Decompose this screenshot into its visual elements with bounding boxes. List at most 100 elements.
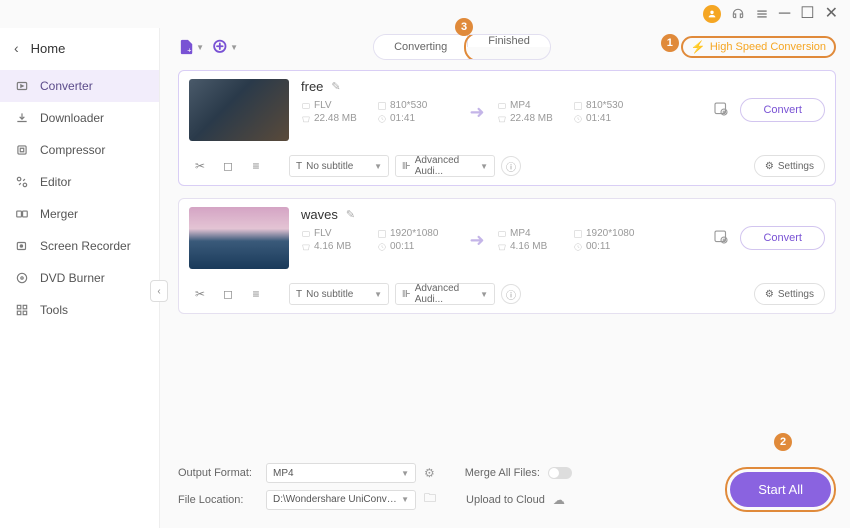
sidebar-item-label: Downloader	[40, 111, 104, 125]
src-size: 22.48 MB	[301, 113, 371, 124]
caret-down-icon: ▼	[196, 43, 204, 52]
video-thumbnail[interactable]	[189, 79, 289, 141]
sidebar-item-label: Converter	[40, 79, 93, 93]
output-format-select[interactable]: MP4▼	[266, 463, 416, 483]
dst-size: 4.16 MB	[497, 241, 567, 252]
home-label: Home	[31, 41, 66, 56]
gear-icon: ⚙	[765, 289, 774, 300]
sidebar-item-merger[interactable]: Merger	[0, 198, 159, 230]
dst-resolution: 810*530	[573, 100, 653, 111]
dst-resolution: 1920*1080	[573, 228, 653, 239]
merger-icon	[14, 206, 30, 222]
upload-cloud-label: Upload to Cloud	[466, 494, 545, 506]
merge-toggle[interactable]	[548, 467, 572, 479]
sidebar-item-editor[interactable]: Editor	[0, 166, 159, 198]
dst-format: MP4	[497, 100, 567, 111]
merge-label: Merge All Files:	[465, 467, 540, 479]
recorder-icon	[14, 238, 30, 254]
sidebar-item-converter[interactable]: Converter	[0, 70, 159, 102]
tab-finished[interactable]: Finished	[467, 35, 550, 47]
dst-size: 22.48 MB	[497, 113, 567, 124]
cloud-icon[interactable]: ☁	[553, 493, 565, 507]
item-settings-button[interactable]: ⚙Settings	[754, 155, 825, 177]
src-resolution: 1920*1080	[377, 228, 457, 239]
status-tabs: Converting Finished	[373, 34, 551, 60]
file-title: waves	[301, 207, 338, 222]
editor-icon	[14, 174, 30, 190]
add-file-button[interactable]: + ▼	[178, 34, 204, 60]
footer-bar: Output Format: MP4▼ ⚙ Merge All Files: F…	[178, 455, 836, 518]
text-icon: T	[296, 161, 302, 172]
effects-icon[interactable]: ≡	[245, 285, 267, 303]
subtitle-select[interactable]: TNo subtitle▼	[289, 283, 389, 305]
support-icon[interactable]	[731, 7, 745, 21]
add-folder-button[interactable]: ▼	[212, 34, 238, 60]
file-title: free	[301, 79, 323, 94]
sidebar-item-compressor[interactable]: Compressor	[0, 134, 159, 166]
convert-button[interactable]: Convert	[740, 226, 825, 250]
crop-icon[interactable]: ◻	[217, 157, 239, 175]
tools-icon	[14, 302, 30, 318]
download-icon	[14, 110, 30, 126]
home-button[interactable]: ‹ Home	[0, 32, 159, 64]
caret-down-icon: ▼	[230, 43, 238, 52]
info-icon[interactable]: ⓘ	[501, 284, 521, 304]
output-preset-icon[interactable]	[712, 100, 730, 121]
dst-duration: 00:11	[573, 241, 653, 252]
audio-select[interactable]: ⊪Advanced Audi...▼	[395, 155, 495, 177]
queue-item: waves ✎ FLV 1920*1080 ➜ MP4 1920*1080 4.…	[178, 198, 836, 314]
arrow-right-icon: ➜	[463, 102, 491, 123]
edit-title-icon[interactable]: ✎	[331, 80, 340, 93]
high-speed-toggle[interactable]: ⚡ High Speed Conversion	[681, 36, 836, 58]
callout-badge-3: 3	[455, 18, 473, 36]
edit-title-icon[interactable]: ✎	[346, 208, 355, 221]
maximize-button[interactable]: ☐	[800, 6, 814, 22]
open-folder-icon[interactable]: 🗀	[424, 489, 436, 510]
src-duration: 00:11	[377, 241, 457, 252]
start-all-highlight: Start All	[725, 467, 836, 512]
audio-select[interactable]: ⊪Advanced Audi...▼	[395, 283, 495, 305]
minimize-button[interactable]: ─	[779, 6, 790, 22]
callout-badge-1: 1	[661, 34, 679, 52]
format-settings-icon[interactable]: ⚙	[424, 466, 435, 480]
trim-icon[interactable]: ✂	[189, 285, 211, 303]
sidebar-item-label: Merger	[40, 207, 78, 221]
dst-duration: 01:41	[573, 113, 653, 124]
dst-format: MP4	[497, 228, 567, 239]
audio-icon: ⊪	[402, 161, 411, 172]
chevron-left-icon: ‹	[14, 40, 19, 56]
src-format: FLV	[301, 100, 371, 111]
tab-converting[interactable]: Converting	[374, 35, 467, 59]
output-preset-icon[interactable]	[712, 228, 730, 249]
item-settings-button[interactable]: ⚙Settings	[754, 283, 825, 305]
sidebar: ‹ Home Converter Downloader Compressor E…	[0, 28, 160, 528]
sidebar-item-label: Editor	[40, 175, 71, 189]
effects-icon[interactable]: ≡	[245, 157, 267, 175]
convert-button[interactable]: Convert	[740, 98, 825, 122]
sidebar-item-screen-recorder[interactable]: Screen Recorder	[0, 230, 159, 262]
trim-icon[interactable]: ✂	[189, 157, 211, 175]
crop-icon[interactable]: ◻	[217, 285, 239, 303]
start-all-button[interactable]: Start All	[730, 472, 831, 507]
sidebar-item-tools[interactable]: Tools	[0, 294, 159, 326]
output-format-label: Output Format:	[178, 467, 258, 479]
converter-icon	[14, 78, 30, 94]
conversion-queue: free ✎ FLV 810*530 ➜ MP4 810*530 22.48 M…	[178, 70, 836, 455]
video-thumbnail[interactable]	[189, 207, 289, 269]
info-icon[interactable]: ⓘ	[501, 156, 521, 176]
dvd-icon	[14, 270, 30, 286]
arrow-right-icon: ➜	[463, 230, 491, 251]
compressor-icon	[14, 142, 30, 158]
sidebar-collapse-handle[interactable]: ‹	[150, 280, 168, 302]
file-location-label: File Location:	[178, 494, 258, 506]
menu-icon[interactable]	[755, 7, 769, 21]
file-location-select[interactable]: D:\Wondershare UniConverter 1▼	[266, 490, 416, 510]
src-duration: 01:41	[377, 113, 457, 124]
user-avatar-icon[interactable]	[703, 5, 721, 23]
svg-text:+: +	[187, 47, 191, 55]
sidebar-item-dvd-burner[interactable]: DVD Burner	[0, 262, 159, 294]
subtitle-select[interactable]: TNo subtitle▼	[289, 155, 389, 177]
callout-badge-2: 2	[774, 433, 792, 451]
sidebar-item-downloader[interactable]: Downloader	[0, 102, 159, 134]
close-button[interactable]: ✕	[825, 6, 838, 22]
